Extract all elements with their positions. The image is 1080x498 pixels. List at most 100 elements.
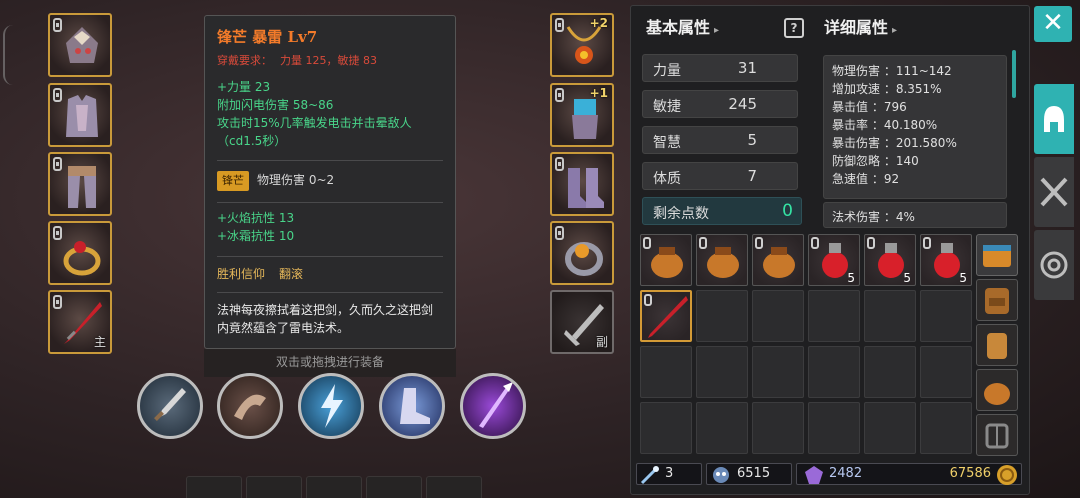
stat-constitution: 体质 7 [642,162,798,190]
off-hand-tag: 副 [595,335,608,349]
boots-slot[interactable] [550,152,614,216]
item-count: 5 [903,271,911,285]
basic-attributes-title[interactable]: 基本属性 ▸ [646,14,719,38]
inventory-slot[interactable] [696,346,748,398]
chest-armor-slot[interactable] [48,83,112,147]
inventory-slot[interactable] [808,402,860,454]
skill-lightning[interactable] [298,373,364,439]
necklace-slot[interactable]: +2 [550,13,614,77]
bag-tab-locked[interactable] [976,414,1018,456]
bottom-tab-3[interactable] [306,476,362,498]
dropdown-arrow-icon: ▸ [714,25,720,36]
keys-value: 3 [665,466,674,481]
skill-kick[interactable] [217,373,283,439]
lock-icon [644,294,652,306]
tab-settings[interactable] [1034,230,1074,300]
frost-resistance: +冰霜抗性 10 [217,229,295,243]
close-button[interactable]: ✕ [1034,6,1072,42]
item-requirement: 穿戴要求： 力量 125，敏捷 83 [217,52,377,68]
inventory-slot[interactable] [920,402,972,454]
wand-icon [640,466,659,485]
ring2-slot[interactable] [550,221,614,285]
inventory-slot[interactable]: 5 [864,234,916,286]
dropdown-arrow-icon: ▸ [892,25,898,36]
inventory-slot[interactable] [752,402,804,454]
inventory-slot[interactable] [696,402,748,454]
inventory-slot[interactable] [752,346,804,398]
bag-tab-3[interactable] [976,324,1018,366]
gloves-slot[interactable]: +1 [550,83,614,147]
inventory-slot[interactable] [864,402,916,454]
helmet-slot[interactable] [48,13,112,77]
inventory-slot[interactable] [752,234,804,286]
shards-value: 6515 [737,466,771,481]
boot-skill-icon [400,388,430,424]
backpack-icon [985,288,1009,314]
tab-equipment[interactable] [1034,84,1074,154]
attr-strength: +力量 23 [217,80,271,94]
inventory-slot[interactable]: 5 [920,234,972,286]
screen-edge-decoration [3,25,13,85]
purple-gem-icon [805,466,823,484]
ring-icon [565,242,603,276]
stat-label: 敏捷 [653,99,681,115]
inventory-slot-selected[interactable] [640,290,692,342]
faith-value: 翻滚 [279,267,304,281]
pouch-icon [984,383,1010,405]
leg-armor-icon [68,166,96,208]
bag-tab-1[interactable] [976,234,1018,276]
leg-armor-slot[interactable] [48,152,112,216]
phys-row: 锋芒 物理伤害 0~2 [217,171,443,191]
gloves-icon [572,99,598,139]
attr-proc-effect: 攻击时15%几率触发电击并击晕敌人（cd1.5秒） [217,116,412,148]
requirement-values: 力量 125，敏捷 83 [280,54,377,67]
offhand-slot[interactable]: 副 [550,290,614,354]
item-description: 法神每夜擦拭着这把剑，久而久之这把剑内竟然蕴含了雷电法术。 [217,303,434,335]
bag-tab-2[interactable] [976,279,1018,321]
inventory-slot[interactable] [696,234,748,286]
skill-dagger[interactable] [137,373,203,439]
main-hand-tag: 主 [93,335,106,349]
inventory-slot[interactable] [696,290,748,342]
resistances: +火焰抗性 13 +冰霜抗性 10 [217,209,443,245]
ring-slot[interactable] [48,221,112,285]
points-value: 0 [782,201,793,221]
necklace-icon [566,26,602,64]
inventory-slot[interactable] [752,290,804,342]
item-title: 锋芒 暴雷 Lv7 [217,28,318,46]
inventory-slot[interactable] [808,290,860,342]
bottom-tab-2[interactable] [246,476,302,498]
skill-spear[interactable] [460,373,526,439]
basic-title-text: 基本属性 [646,18,711,37]
lock-icon [643,237,651,249]
bottom-tab-1[interactable] [186,476,242,498]
inventory-slot[interactable] [808,346,860,398]
lock-icon [867,237,875,249]
bottom-tab-5[interactable] [426,476,482,498]
bag-tab-4[interactable] [976,369,1018,411]
chest-armor-icon [66,95,98,137]
divider [217,202,443,203]
item-tooltip: 锋芒 暴雷 Lv7 穿戴要求： 力量 125，敏捷 83 +力量 23 附加闪电伤… [204,15,456,349]
inventory-slot[interactable] [640,346,692,398]
inventory-slot[interactable] [640,234,692,286]
tab-skills[interactable] [1034,157,1074,227]
help-icon[interactable]: ? [784,18,804,38]
divider [217,160,443,161]
inventory-slot[interactable] [920,346,972,398]
divider [217,256,443,257]
inventory-slot[interactable]: 5 [808,234,860,286]
detail-scrollbar[interactable] [1012,50,1016,98]
inventory-slot[interactable] [920,290,972,342]
detail-attributes-title[interactable]: 详细属性 ▸ [824,14,897,38]
detail-stats-list[interactable]: 物理伤害 ：111~142 增加攻速 ：8.351% 暴击值 ：796 暴击率 … [823,55,1007,199]
inventory-slot[interactable] [640,402,692,454]
inventory-slot[interactable] [864,346,916,398]
inventory-slot[interactable] [864,290,916,342]
currency-counter: 2482 67586 [796,463,1022,485]
lock-icon [755,237,763,249]
lock-icon [923,237,931,249]
main-weapon-slot[interactable]: 主 [48,290,112,354]
skill-dash[interactable] [379,373,445,439]
bottom-tab-4[interactable] [366,476,422,498]
